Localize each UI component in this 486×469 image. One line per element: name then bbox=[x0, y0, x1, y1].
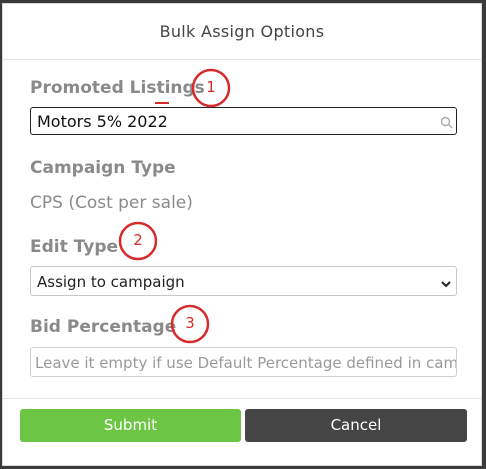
dialog-title: Bulk Assign Options bbox=[159, 22, 325, 41]
annotation-marker-3: 3 bbox=[170, 304, 210, 344]
footer-divider bbox=[3, 398, 481, 399]
annotation-marker-1: 1 bbox=[191, 68, 231, 108]
bid-percentage-input[interactable]: Leave it empty if use Default Percentage… bbox=[30, 347, 457, 377]
annotation-underline bbox=[155, 102, 169, 104]
promoted-listings-search-input[interactable]: Motors 5% 2022 bbox=[30, 107, 457, 135]
bid-percentage-label: Bid Percentage bbox=[30, 317, 177, 337]
bulk-assign-dialog: Bulk Assign Options Promoted Listings Mo… bbox=[2, 3, 482, 466]
edit-type-label: Edit Type bbox=[30, 237, 119, 257]
chevron-down-icon bbox=[440, 275, 452, 294]
annotation-number: 1 bbox=[206, 78, 216, 96]
annotation-number: 3 bbox=[185, 314, 195, 332]
edit-type-select[interactable]: Assign to campaign bbox=[30, 266, 457, 296]
promoted-listings-label: Promoted Listings bbox=[30, 78, 205, 98]
submit-button[interactable]: Submit bbox=[20, 409, 241, 442]
campaign-type-value: CPS (Cost per sale) bbox=[30, 193, 193, 213]
annotation-marker-2: 2 bbox=[118, 221, 158, 261]
cancel-button[interactable]: Cancel bbox=[245, 409, 467, 442]
bid-percentage-placeholder: Leave it empty if use Default Percentage… bbox=[35, 354, 457, 372]
campaign-type-label: Campaign Type bbox=[30, 158, 176, 178]
header-divider bbox=[3, 59, 481, 60]
annotation-number: 2 bbox=[133, 231, 143, 249]
edit-type-selected: Assign to campaign bbox=[37, 273, 185, 291]
search-icon bbox=[440, 114, 453, 133]
promoted-listings-value: Motors 5% 2022 bbox=[37, 112, 168, 131]
